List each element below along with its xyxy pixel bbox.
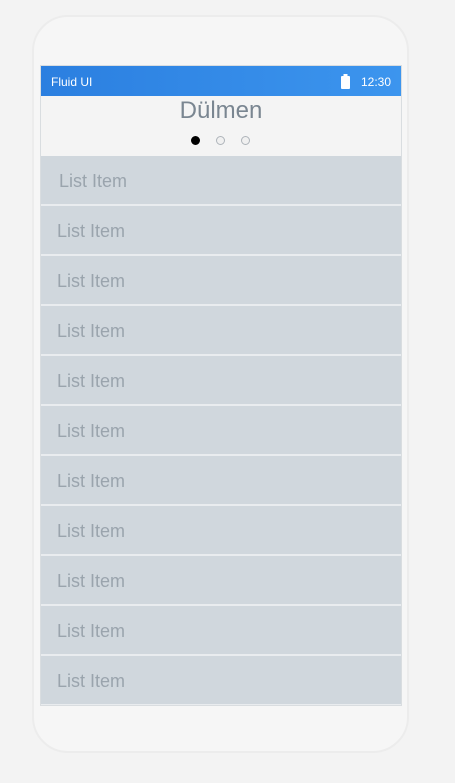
status-app-name: Fluid UI <box>51 75 93 89</box>
page-dot-3[interactable] <box>241 136 250 145</box>
list-item-label: List Item <box>57 321 126 341</box>
list-item[interactable]: List Item <box>41 256 401 306</box>
list-item-label: List Item <box>57 421 126 441</box>
list-item[interactable]: List Item <box>41 306 401 356</box>
status-time: 12:30 <box>361 75 392 89</box>
list-item[interactable]: List Item <box>41 206 401 256</box>
battery-icon <box>341 74 350 89</box>
page-title: Dülmen <box>179 97 263 124</box>
app-screen: Fluid UI 12:30 Dülmen List Item List Ite… <box>40 65 402 706</box>
list-item-label: List Item <box>57 521 126 541</box>
list-item[interactable]: List Item <box>41 656 401 705</box>
list-item-label: List Item <box>57 571 126 591</box>
list-item[interactable]: List Item <box>41 356 401 406</box>
list-item[interactable]: List Item <box>41 406 401 456</box>
page-dot-1[interactable] <box>191 136 200 145</box>
list-item-label: List Item <box>57 621 126 641</box>
list-item-label: List Item <box>57 221 126 241</box>
list-item[interactable]: List Item <box>41 506 401 556</box>
status-bar: Fluid UI 12:30 <box>41 66 401 96</box>
page-dot-2[interactable] <box>216 136 225 145</box>
list-item-label: List Item <box>57 671 126 691</box>
list-item[interactable]: List Item <box>41 156 401 206</box>
page-indicator <box>189 136 259 148</box>
list-item[interactable]: List Item <box>41 606 401 656</box>
list-item-label: List Item <box>57 471 126 491</box>
list-item-label: List Item <box>57 271 126 291</box>
item-list: List Item List Item List Item List Item … <box>41 156 401 705</box>
list-item-label: List Item <box>59 171 128 191</box>
list-item[interactable]: List Item <box>41 556 401 606</box>
list-item-label: List Item <box>57 371 126 391</box>
list-item[interactable]: List Item <box>41 456 401 506</box>
